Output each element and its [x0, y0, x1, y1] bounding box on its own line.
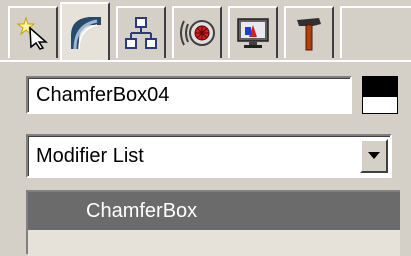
tab-display[interactable]: [228, 6, 278, 58]
tab-hierarchy[interactable]: [116, 6, 166, 58]
stack-item-chamferbox[interactable]: ChamferBox: [28, 192, 400, 230]
display-icon: [235, 15, 271, 51]
tab-utilities[interactable]: [284, 6, 334, 58]
modifier-list-dropdown[interactable]: Modifier List: [26, 134, 392, 178]
object-name-field[interactable]: ChamferBox04: [26, 76, 352, 114]
command-panel-tabs: [0, 0, 411, 62]
tab-create[interactable]: [8, 6, 58, 58]
dropdown-arrow-button[interactable]: [360, 139, 388, 173]
stack-empty-area: [28, 230, 400, 256]
chevron-down-icon: [368, 147, 380, 165]
tab-motion[interactable]: [172, 6, 222, 58]
object-color-swatch[interactable]: [362, 76, 398, 114]
hammer-icon: [291, 14, 327, 52]
tab-modify[interactable]: [60, 2, 110, 62]
modify-icon: [67, 15, 103, 51]
motion-icon: [178, 15, 216, 51]
modifier-stack: ChamferBox: [26, 190, 400, 256]
create-icon: [16, 16, 50, 50]
hierarchy-icon: [123, 15, 159, 51]
tab-overflow: [340, 6, 411, 58]
modifier-list-label: Modifier List: [36, 145, 144, 167]
